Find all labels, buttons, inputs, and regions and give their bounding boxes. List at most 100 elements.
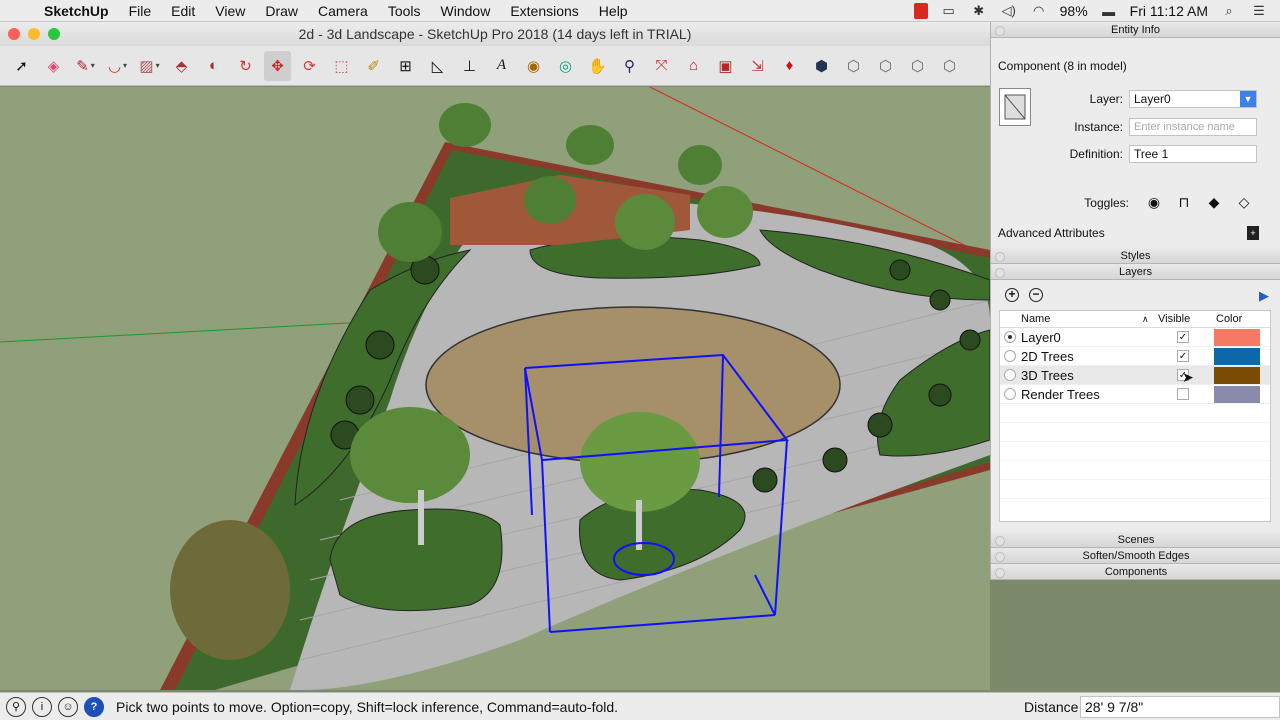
active-layer-radio[interactable] [1004,331,1016,343]
text-icon[interactable]: A [488,51,515,81]
right-view-icon[interactable]: ⬡ [904,51,931,81]
menu-camera[interactable]: Camera [308,0,378,22]
column-name[interactable]: Name [1021,313,1050,325]
zoom-icon[interactable]: ⚲ [616,51,643,81]
measurements-input[interactable]: 28' 9 7/8" [1080,696,1280,718]
scenes-header[interactable]: Scenes [991,532,1280,548]
axes-icon[interactable]: ⊥ [456,51,483,81]
select-icon[interactable]: ➚ [8,51,35,81]
visible-checkbox[interactable]: ✓ [1177,350,1189,362]
extension-warehouse-icon[interactable]: ▣ [712,51,739,81]
lock-toggle-icon[interactable]: ⊓ [1169,194,1199,211]
instance-name-input[interactable]: Enter instance name [1129,118,1257,136]
help-icon[interactable]: ? [84,696,104,717]
layer-color-swatch[interactable] [1214,367,1260,384]
line-icon[interactable]: ✎ [72,51,99,81]
advanced-attributes-label[interactable]: Advanced Attributes [998,226,1105,240]
rotate-icon[interactable]: ⟳ [296,51,323,81]
warehouse-icon[interactable]: ⌂ [680,51,707,81]
move-icon[interactable]: ✥ [264,50,291,81]
active-layer-radio[interactable] [1004,350,1016,362]
wifi-icon[interactable]: ◠ [1030,3,1048,18]
menu-app[interactable]: SketchUp [40,0,119,22]
components-header[interactable]: Components [991,564,1280,580]
credits-icon[interactable]: i [32,696,52,717]
layer-name[interactable]: 2D Trees [1021,349,1074,364]
dimension-icon[interactable]: ⊞ [392,51,419,81]
spotlight-icon[interactable]: ⌕ [1220,3,1238,18]
minimize-button[interactable] [28,28,40,40]
pan-icon[interactable]: ✋ [584,51,611,81]
definition-input[interactable]: Tree 1 [1129,145,1257,163]
receive-shadows-icon[interactable]: ◆ [1199,194,1229,211]
rectangle-icon[interactable]: ▨ [136,51,163,81]
eraser-icon[interactable]: ◈ [40,51,67,81]
visible-checkbox[interactable]: ✓ [1177,331,1189,343]
active-layer-radio[interactable] [1004,388,1016,400]
zoom-button[interactable] [48,28,60,40]
recording-icon[interactable] [913,3,928,19]
menu-view[interactable]: View [205,0,255,22]
tape-measure-icon[interactable]: ✐ [360,51,387,81]
layer-row[interactable]: Render Trees [1000,385,1270,404]
clock[interactable]: Fri 11:12 AM [1130,3,1208,19]
soften-edges-header[interactable]: Soften/Smooth Edges [991,548,1280,564]
protractor-icon[interactable]: ◺ [424,51,451,81]
layer-color-swatch[interactable] [1214,348,1260,365]
layer-name[interactable]: Render Trees [1021,387,1100,402]
follow-me-icon[interactable]: ↻ [232,51,259,81]
user-icon[interactable]: ☺ [58,696,78,717]
menu-edit[interactable]: Edit [161,0,205,22]
entity-info-header[interactable]: Entity Info [991,22,1280,38]
menu-extensions[interactable]: Extensions [500,0,588,22]
close-button[interactable] [8,28,20,40]
orbit-icon[interactable]: ◎ [552,51,579,81]
active-layer-radio[interactable] [1004,369,1016,381]
layers-header[interactable]: Layers [991,264,1280,280]
scale-icon[interactable]: ⬚ [328,51,355,81]
menu-draw[interactable]: Draw [255,0,308,22]
visibility-toggle-icon[interactable]: ◉ [1139,194,1169,211]
back-view-icon[interactable]: ⬡ [936,51,963,81]
menu-file[interactable]: File [119,0,162,22]
layer-name[interactable]: Layer0 [1021,330,1061,345]
delete-layer-button[interactable]: − [1029,288,1043,302]
layer-row[interactable]: 3D Trees ✓ [1000,366,1270,385]
battery-icon[interactable]: ▬ [1100,4,1118,19]
styles-header[interactable]: Styles [991,248,1280,264]
visible-checkbox[interactable] [1177,388,1189,400]
model-viewport[interactable] [0,87,990,690]
layer-row[interactable]: Layer0 ✓ [1000,328,1270,347]
layer-row[interactable]: 2D Trees ✓ [1000,347,1270,366]
menu-window[interactable]: Window [431,0,501,22]
column-color[interactable]: Color [1216,313,1242,325]
geolocation-icon[interactable]: ⚲ [6,696,26,717]
menu-tools[interactable]: Tools [378,0,431,22]
column-visible[interactable]: Visible [1158,313,1190,325]
layer-color-swatch[interactable] [1214,329,1260,346]
top-view-icon[interactable]: ⬡ [840,51,867,81]
arc-icon[interactable]: ◡ [104,51,131,81]
layer-color-swatch[interactable] [1214,386,1260,403]
add-layer-button[interactable]: + [1005,288,1019,302]
cast-shadows-icon[interactable]: ◇ [1229,194,1259,211]
front-view-icon[interactable]: ⬡ [872,51,899,81]
send-to-layout-icon[interactable]: ⇲ [744,51,771,81]
offset-icon[interactable]: ◐ [200,51,227,81]
menu-help[interactable]: Help [589,0,638,22]
ruby-icon[interactable]: ♦ [776,51,803,81]
layer-select[interactable]: Layer0 ▼ [1129,90,1257,108]
details-arrow-icon[interactable]: ▶ [1259,288,1273,303]
iso-view-icon[interactable]: ⬢ [808,51,835,81]
airplay-icon[interactable]: ▭ [940,3,958,18]
paint-bucket-icon[interactable]: ◉ [520,51,547,81]
layer-name[interactable]: 3D Trees [1021,368,1074,383]
zoom-extents-icon[interactable]: ⤧ [648,51,675,81]
bluetooth-icon[interactable]: ✱ [970,3,988,18]
entity-title: Component (8 in model) [998,59,1127,73]
notification-center-icon[interactable]: ☰ [1250,3,1268,18]
push-pull-icon[interactable]: ⬘ [168,51,195,81]
definition-label: Definition: [1069,147,1123,161]
volume-icon[interactable]: ◁) [1000,3,1018,18]
expand-icon[interactable]: + [1247,226,1259,240]
